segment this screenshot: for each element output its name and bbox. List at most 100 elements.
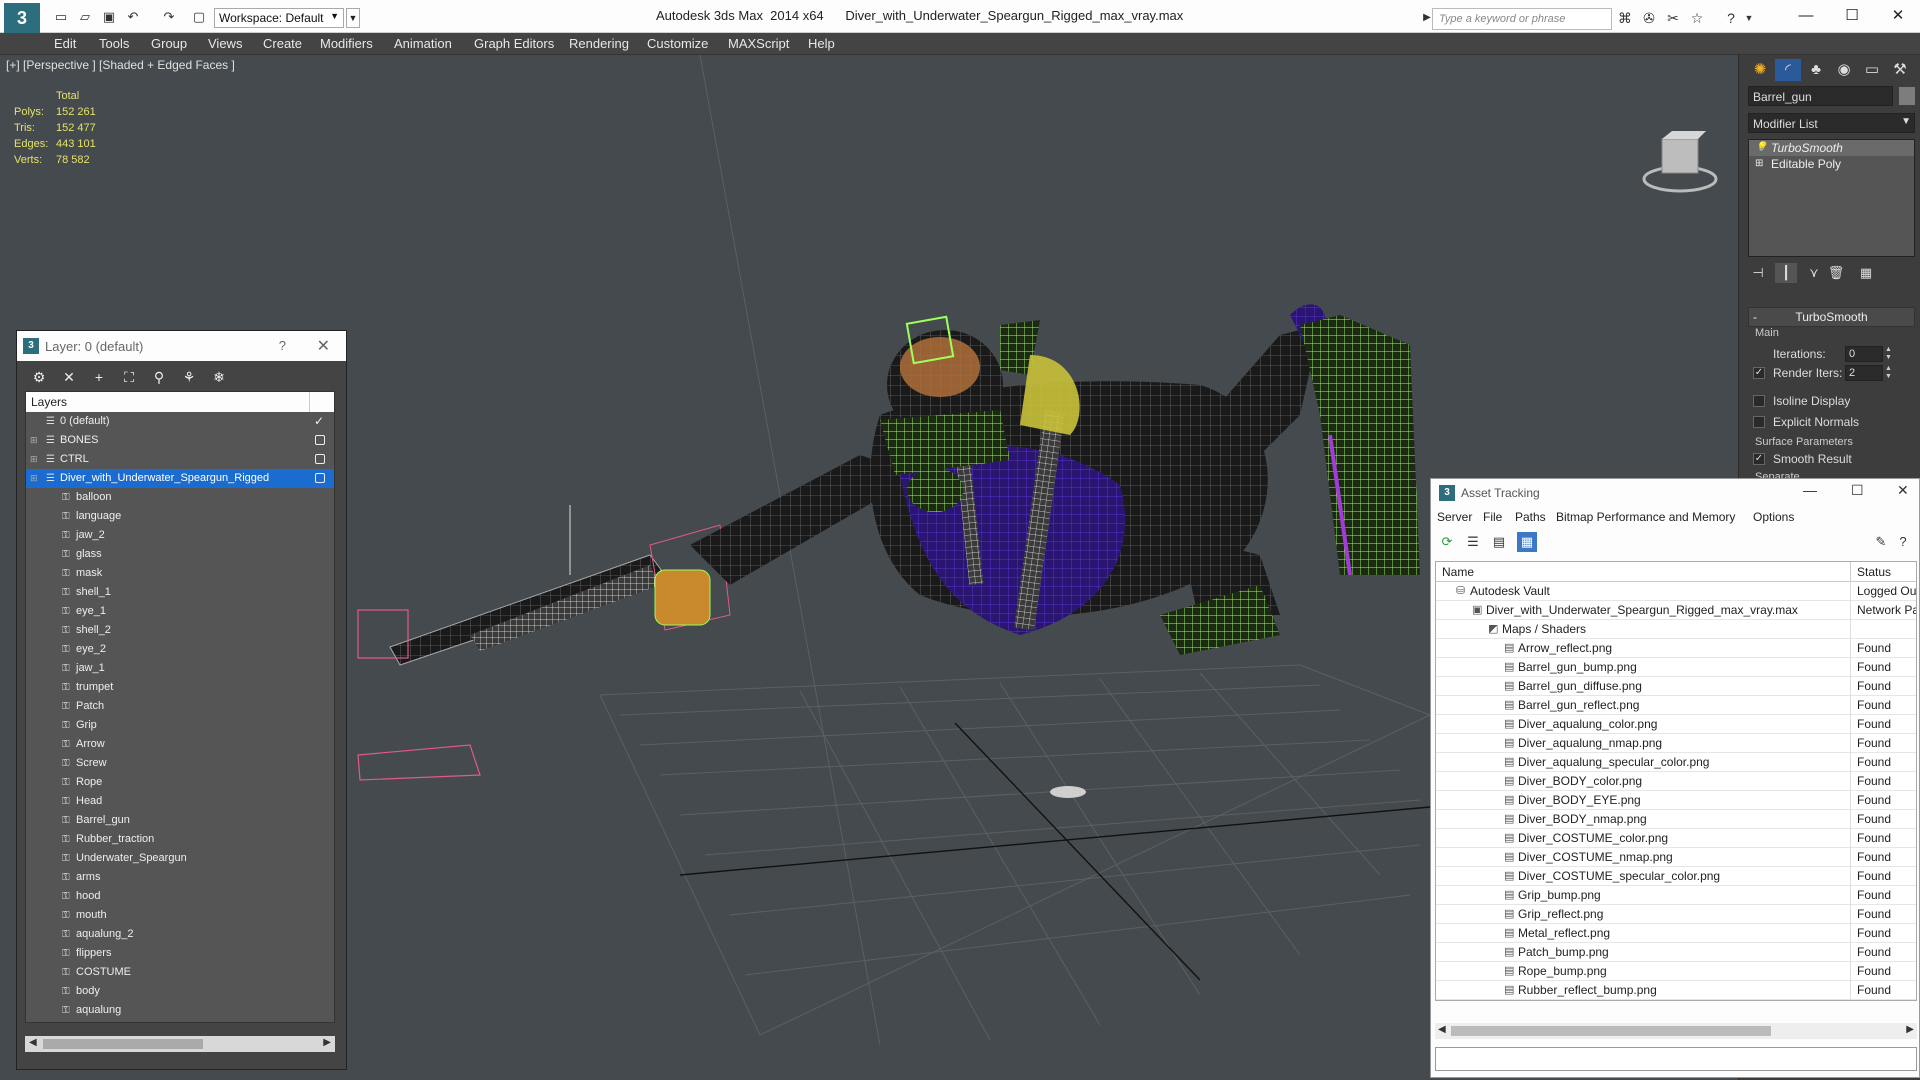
redo-icon[interactable]: ↷ bbox=[160, 9, 178, 25]
delete-layer-icon[interactable]: ✕ bbox=[59, 367, 79, 387]
spinner-arrows-icon[interactable]: ▲ ▼ bbox=[1885, 365, 1893, 381]
isoline-display-checkbox[interactable] bbox=[1753, 395, 1765, 407]
layer-object-row[interactable]: ⚿ glass bbox=[26, 545, 334, 564]
asset-row[interactable]: ▤ Diver_BODY_color.png Found bbox=[1436, 772, 1916, 791]
asset-row[interactable]: ▤ Diver_COSTUME_color.png Found bbox=[1436, 829, 1916, 848]
smooth-result-checkbox[interactable]: ✓ bbox=[1753, 453, 1765, 465]
asset-row[interactable]: ⛁ Autodesk Vault Logged Out bbox=[1436, 582, 1916, 601]
asset-row[interactable]: ▤ Rubber_reflect_bump.png Found bbox=[1436, 981, 1916, 1000]
expand-icon[interactable]: ⊞ bbox=[30, 431, 38, 450]
asset-tracking-title-bar[interactable]: 3 Asset Tracking — ☐ ✕ bbox=[1431, 479, 1919, 507]
viewport-label[interactable]: [+] [Perspective ] [Shaded + Edged Faces… bbox=[6, 58, 235, 72]
layer-object-row[interactable]: ⚿ COSTUME bbox=[26, 963, 334, 982]
stack-item-turbosmooth[interactable]: 💡 TurboSmooth bbox=[1749, 140, 1914, 156]
list-view-icon[interactable]: ☰ bbox=[1463, 532, 1483, 552]
asset-row[interactable]: ▤ Barrel_gun_bump.png Found bbox=[1436, 658, 1916, 677]
explicit-normals-checkbox[interactable] bbox=[1753, 416, 1765, 428]
modify-tab-icon[interactable]: ◜ bbox=[1775, 59, 1801, 81]
workspace-dropdown[interactable]: Workspace: Default ▼ bbox=[214, 8, 344, 28]
expand-icon[interactable]: ⊞ bbox=[30, 450, 38, 469]
menu-server[interactable]: Server bbox=[1437, 510, 1472, 524]
current-layer-check-icon[interactable]: ✓ bbox=[314, 412, 324, 431]
layer-object-row[interactable]: ⚿ aqualung bbox=[26, 1001, 334, 1020]
tools-icon[interactable]: ✂ bbox=[1664, 9, 1682, 27]
utilities-tab-icon[interactable]: ⚒ bbox=[1887, 59, 1913, 81]
menu-animation[interactable]: Animation bbox=[394, 36, 452, 51]
highlight-icon[interactable]: ✎ bbox=[1871, 532, 1891, 552]
object-color-swatch[interactable] bbox=[1899, 87, 1915, 105]
layer-object-row[interactable]: ⚿ jaw_1 bbox=[26, 659, 334, 678]
layer-object-row[interactable]: ⚿ mouth bbox=[26, 906, 334, 925]
highlight-layer-icon[interactable]: ⚲ bbox=[149, 367, 169, 387]
layer-horizontal-scrollbar[interactable]: ◀ ▶ bbox=[25, 1036, 335, 1052]
scroll-left-icon[interactable]: ◀ bbox=[29, 1037, 37, 1048]
maximize-icon[interactable]: ☐ bbox=[1832, 4, 1872, 28]
layer-object-row[interactable]: ⚿ jaw_2 bbox=[26, 526, 334, 545]
freeze-all-icon[interactable]: ❄ bbox=[209, 367, 229, 387]
expand-plus-icon[interactable]: ⊞ bbox=[1755, 156, 1763, 172]
help-icon[interactable]: ? bbox=[1722, 9, 1740, 27]
scroll-right-icon[interactable]: ▶ bbox=[323, 1037, 331, 1048]
remove-modifier-icon[interactable]: 🗑 bbox=[1825, 263, 1847, 283]
layer-object-row[interactable]: ⚿ Arrow bbox=[26, 735, 334, 754]
close-icon[interactable]: ✕ bbox=[1878, 4, 1918, 28]
create-tab-sun-icon[interactable]: ✺ bbox=[1747, 59, 1773, 81]
layer-object-row[interactable]: ⚿ Barrel_gun bbox=[26, 811, 334, 830]
render-iters-checkbox[interactable]: ✓ bbox=[1753, 367, 1765, 379]
menu-views[interactable]: Views bbox=[208, 36, 242, 51]
layer-row[interactable]: ☰ 0 (default) ✓ bbox=[26, 412, 334, 431]
menu-options[interactable]: Options bbox=[1753, 510, 1794, 524]
show-end-result-icon[interactable]: ┃ bbox=[1775, 263, 1797, 283]
layer-object-row[interactable]: ⚿ eye_2 bbox=[26, 640, 334, 659]
asset-row[interactable]: ▤ Diver_BODY_nmap.png Found bbox=[1436, 810, 1916, 829]
minimize-icon[interactable]: — bbox=[1786, 4, 1826, 28]
layer-object-row[interactable]: ⚿ Screw bbox=[26, 754, 334, 773]
menu-create[interactable]: Create bbox=[263, 36, 302, 51]
table-view-icon[interactable]: ▦ bbox=[1517, 532, 1537, 552]
communication-center-icon[interactable]: ✇ bbox=[1640, 9, 1658, 27]
asset-row[interactable]: ▤ Metal_reflect.png Found bbox=[1436, 924, 1916, 943]
layer-object-row[interactable]: ⚿ Patch bbox=[26, 697, 334, 716]
asset-row[interactable]: ▣ Diver_with_Underwater_Speargun_Rigged_m… bbox=[1436, 601, 1916, 620]
layer-row[interactable]: ⊞ ☰ CTRL bbox=[26, 450, 334, 469]
asset-row[interactable]: ▤ Diver_aqualung_specular_color.png Found bbox=[1436, 753, 1916, 772]
layer-object-row[interactable]: ⚿ Rubber_traction bbox=[26, 830, 334, 849]
menu-maxscript[interactable]: MAXScript bbox=[728, 36, 789, 51]
layer-object-row[interactable]: ⚿ trumpet bbox=[26, 678, 334, 697]
menu-graph-editors[interactable]: Graph Editors bbox=[474, 36, 554, 51]
spinner-arrows-icon[interactable]: ▲ ▼ bbox=[1885, 346, 1893, 362]
help-icon[interactable]: ? bbox=[279, 338, 286, 353]
add-selected-icon[interactable]: + bbox=[89, 367, 109, 387]
search-input[interactable]: Type a keyword or phrase bbox=[1432, 8, 1612, 30]
menu-bitmap-performance[interactable]: Bitmap Performance and Memory bbox=[1556, 510, 1735, 524]
menu-paths[interactable]: Paths bbox=[1515, 510, 1546, 524]
app-logo-icon[interactable]: 3 bbox=[4, 3, 40, 33]
layer-object-row[interactable]: ⚿ mask bbox=[26, 564, 334, 583]
create-layer-icon[interactable]: ⚙ bbox=[29, 367, 49, 387]
new-file-icon[interactable]: ▭ bbox=[52, 9, 70, 25]
save-icon[interactable]: ▣ bbox=[100, 9, 118, 25]
turbosmooth-rollout-header[interactable]: - TurboSmooth bbox=[1748, 307, 1915, 327]
layer-object-row[interactable]: ⚿ hood bbox=[26, 887, 334, 906]
stack-item-editable-poly[interactable]: ⊞ Editable Poly bbox=[1749, 156, 1914, 172]
scroll-left-icon[interactable]: ◀ bbox=[1438, 1024, 1446, 1035]
asset-row[interactable]: ▤ Grip_bump.png Found bbox=[1436, 886, 1916, 905]
binoculars-icon[interactable]: ⌘ bbox=[1616, 9, 1634, 27]
menu-group[interactable]: Group bbox=[151, 36, 187, 51]
scroll-right-icon[interactable]: ▶ bbox=[1906, 1024, 1914, 1035]
layer-row[interactable]: ⊞ ☰ Diver_with_Underwater_Speargun_Rigged bbox=[26, 469, 334, 488]
asset-row[interactable]: ▤ Barrel_gun_diffuse.png Found bbox=[1436, 677, 1916, 696]
asset-row[interactable]: ▤ Diver_aqualung_color.png Found bbox=[1436, 715, 1916, 734]
asset-row[interactable]: ▤ Grip_reflect.png Found bbox=[1436, 905, 1916, 924]
menu-help[interactable]: Help bbox=[808, 36, 835, 51]
layer-object-row[interactable]: ⚿ body bbox=[26, 982, 334, 1001]
layer-column-header[interactable]: Layers bbox=[26, 392, 334, 412]
asset-row[interactable]: ▤ Diver_BODY_EYE.png Found bbox=[1436, 791, 1916, 810]
hierarchy-tab-icon[interactable]: ♣ bbox=[1803, 59, 1829, 81]
layer-object-row[interactable]: ⚿ eye_1 bbox=[26, 602, 334, 621]
motion-tab-icon[interactable]: ◉ bbox=[1831, 59, 1857, 81]
select-objects-icon[interactable]: ⛶ bbox=[119, 367, 139, 387]
layer-visibility-toggle[interactable] bbox=[315, 454, 325, 464]
workspace-menu-button[interactable]: ▼ bbox=[346, 8, 360, 28]
configure-sets-icon[interactable]: ▦ bbox=[1855, 263, 1877, 283]
